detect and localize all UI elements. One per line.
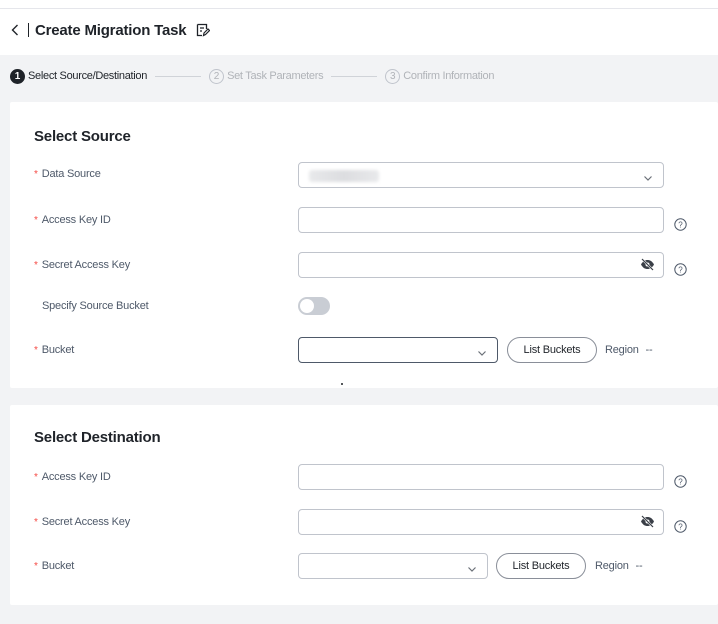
specify-source-bucket-label-text: Specify Source Bucket [42, 300, 149, 312]
source-access-key-label-text: Access Key ID [41, 214, 111, 226]
dest-bucket-label-text: Bucket [41, 560, 75, 572]
page-title: Create Migration Task [35, 21, 187, 39]
step-connector [331, 75, 378, 77]
help-icon[interactable]: ? [674, 218, 687, 231]
dest-bucket-label: * Bucket [34, 560, 74, 572]
step-connector [155, 75, 202, 77]
step-3-number: 3 [385, 68, 401, 84]
step-2-label: Set Task Parameters [227, 70, 324, 82]
source-secret-key-label: * Secret Access Key [34, 259, 130, 271]
required-marker: * [34, 259, 38, 271]
svg-text:?: ? [678, 477, 683, 486]
dest-secret-key-label-text: Secret Access Key [41, 516, 131, 528]
source-card: Select Source * Data Source * Access Key… [10, 102, 718, 388]
chevron-down-icon [643, 170, 653, 188]
svg-text:?: ? [678, 220, 683, 229]
data-source-label-text: Data Source [41, 168, 101, 180]
required-marker: * [34, 471, 38, 483]
chevron-down-icon [477, 345, 487, 363]
dest-secret-key-input[interactable] [298, 509, 664, 535]
page-header: Create Migration Task [0, 12, 718, 48]
required-marker: * [34, 214, 38, 226]
source-bucket-select[interactable] [298, 337, 498, 363]
dest-access-key-label: * Access Key ID [34, 471, 111, 483]
source-region-label: Region -- [605, 344, 653, 356]
source-secret-key-label-text: Secret Access Key [41, 259, 131, 271]
edit-note-icon[interactable] [196, 23, 211, 37]
source-bucket-label: * Bucket [34, 344, 74, 356]
dest-access-key-input[interactable] [298, 464, 664, 490]
svg-text:?: ? [678, 265, 683, 274]
source-region-label-text: Region [605, 344, 639, 356]
source-access-key-input[interactable] [298, 207, 664, 233]
step-3-label: Confirm Information [403, 70, 495, 82]
dest-region-label: Region -- [595, 560, 643, 572]
specify-source-bucket-toggle[interactable] [298, 297, 330, 315]
step-1: 1 Select Source/Destination [10, 68, 148, 84]
source-bucket-label-text: Bucket [41, 344, 75, 356]
source-list-buckets-button[interactable]: List Buckets [507, 337, 597, 363]
destination-section-title: Select Destination [34, 429, 161, 446]
dest-region-label-text: Region [595, 560, 629, 572]
data-source-value [309, 170, 379, 182]
back-arrow-icon[interactable] [10, 23, 20, 37]
dest-list-buckets-button[interactable]: List Buckets [496, 553, 586, 579]
required-marker: * [34, 516, 38, 528]
cursor-dot [341, 383, 343, 385]
specify-source-bucket-label: Specify Source Bucket [34, 300, 149, 312]
step-2: 2 Set Task Parameters [209, 68, 324, 84]
required-marker: * [34, 168, 38, 180]
eye-hidden-icon[interactable] [640, 515, 655, 533]
step-3: 3 Confirm Information [385, 68, 495, 84]
data-source-select[interactable] [298, 162, 664, 188]
svg-text:?: ? [678, 522, 683, 531]
required-marker: * [34, 344, 38, 356]
step-2-number: 2 [209, 68, 225, 84]
source-secret-key-input[interactable] [298, 252, 664, 278]
step-1-number: 1 [10, 68, 25, 84]
eye-hidden-icon[interactable] [640, 258, 655, 276]
chevron-down-icon [467, 561, 477, 579]
destination-card: Select Destination * Access Key ID ? * S… [10, 405, 718, 605]
title-separator [28, 23, 29, 37]
toggle-knob [300, 299, 314, 313]
source-access-key-label: * Access Key ID [34, 214, 111, 226]
help-icon[interactable]: ? [674, 520, 687, 533]
required-marker: * [34, 560, 38, 572]
dest-access-key-label-text: Access Key ID [41, 471, 111, 483]
step-indicator: 1 Select Source/Destination 2 Set Task P… [10, 66, 494, 86]
dest-secret-key-label: * Secret Access Key [34, 516, 130, 528]
source-section-title: Select Source [34, 128, 131, 145]
dest-region-value: -- [635, 560, 643, 572]
source-region-value: -- [645, 344, 653, 356]
data-source-label: * Data Source [34, 168, 101, 180]
help-icon[interactable]: ? [674, 475, 687, 488]
top-divider [0, 8, 718, 9]
step-1-label: Select Source/Destination [28, 70, 148, 82]
dest-bucket-select[interactable] [298, 553, 488, 579]
help-icon[interactable]: ? [674, 263, 687, 276]
